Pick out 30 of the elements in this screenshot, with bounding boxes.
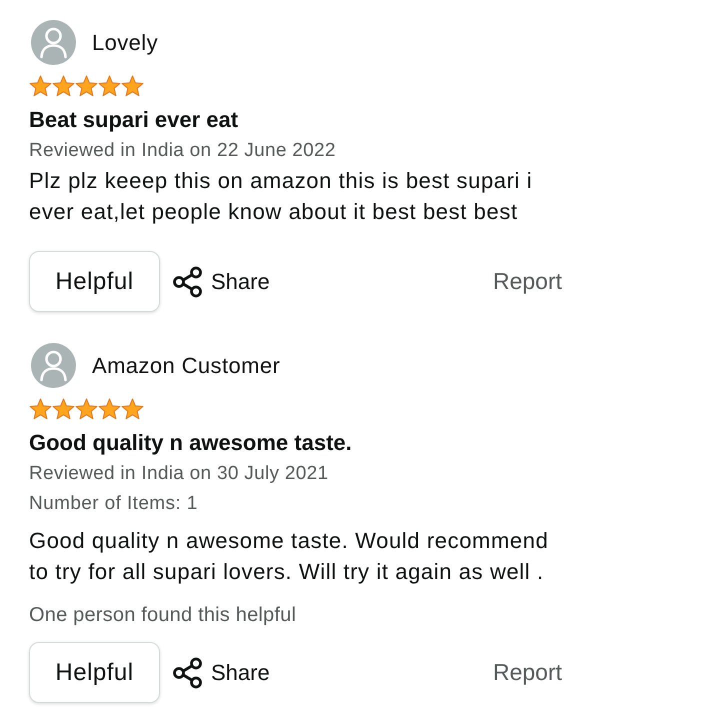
helpful-button[interactable]: Helpful: [29, 642, 160, 703]
star-icon: [121, 398, 144, 420]
reviewer-name: Amazon Customer: [92, 352, 280, 378]
review-text: Good quality n awesome taste. Would recommend to try for all supari lovers. Will try it again as well .: [29, 527, 550, 586]
review-title: Beat supari ever eat: [29, 106, 238, 134]
share-link[interactable]: Share: [172, 656, 270, 688]
helpful-button[interactable]: Helpful: [29, 251, 160, 312]
review-date: Reviewed in India on 22 June 2022: [29, 139, 336, 163]
reviewer-name: Lovely: [92, 30, 158, 56]
review-title: Good quality n awesome taste.: [29, 429, 352, 457]
star-icon: [29, 398, 52, 420]
avatar-icon: [31, 343, 76, 388]
star-icon: [98, 398, 121, 420]
item-count: Number of Items: 1: [29, 492, 198, 516]
star-icon: [29, 75, 52, 97]
star-icon: [52, 75, 75, 97]
share-icon: [172, 656, 204, 688]
star-icon: [75, 398, 98, 420]
star-icon: [121, 75, 144, 97]
report-link[interactable]: Report: [492, 659, 562, 686]
star-icon: [98, 75, 121, 97]
share-icon: [172, 266, 204, 298]
report-link[interactable]: Report: [492, 268, 562, 295]
review-date: Reviewed in India on 30 July 2021: [29, 462, 328, 486]
star-icon: [75, 75, 98, 97]
avatar-icon: [31, 20, 76, 65]
star-icon: [52, 398, 75, 420]
helpful-count: One person found this helpful: [29, 603, 296, 628]
review-text: Plz plz keeep this on amazon this is best supari i ever eat,let people know about it best best best: [29, 167, 534, 226]
share-link[interactable]: Share: [172, 266, 270, 298]
